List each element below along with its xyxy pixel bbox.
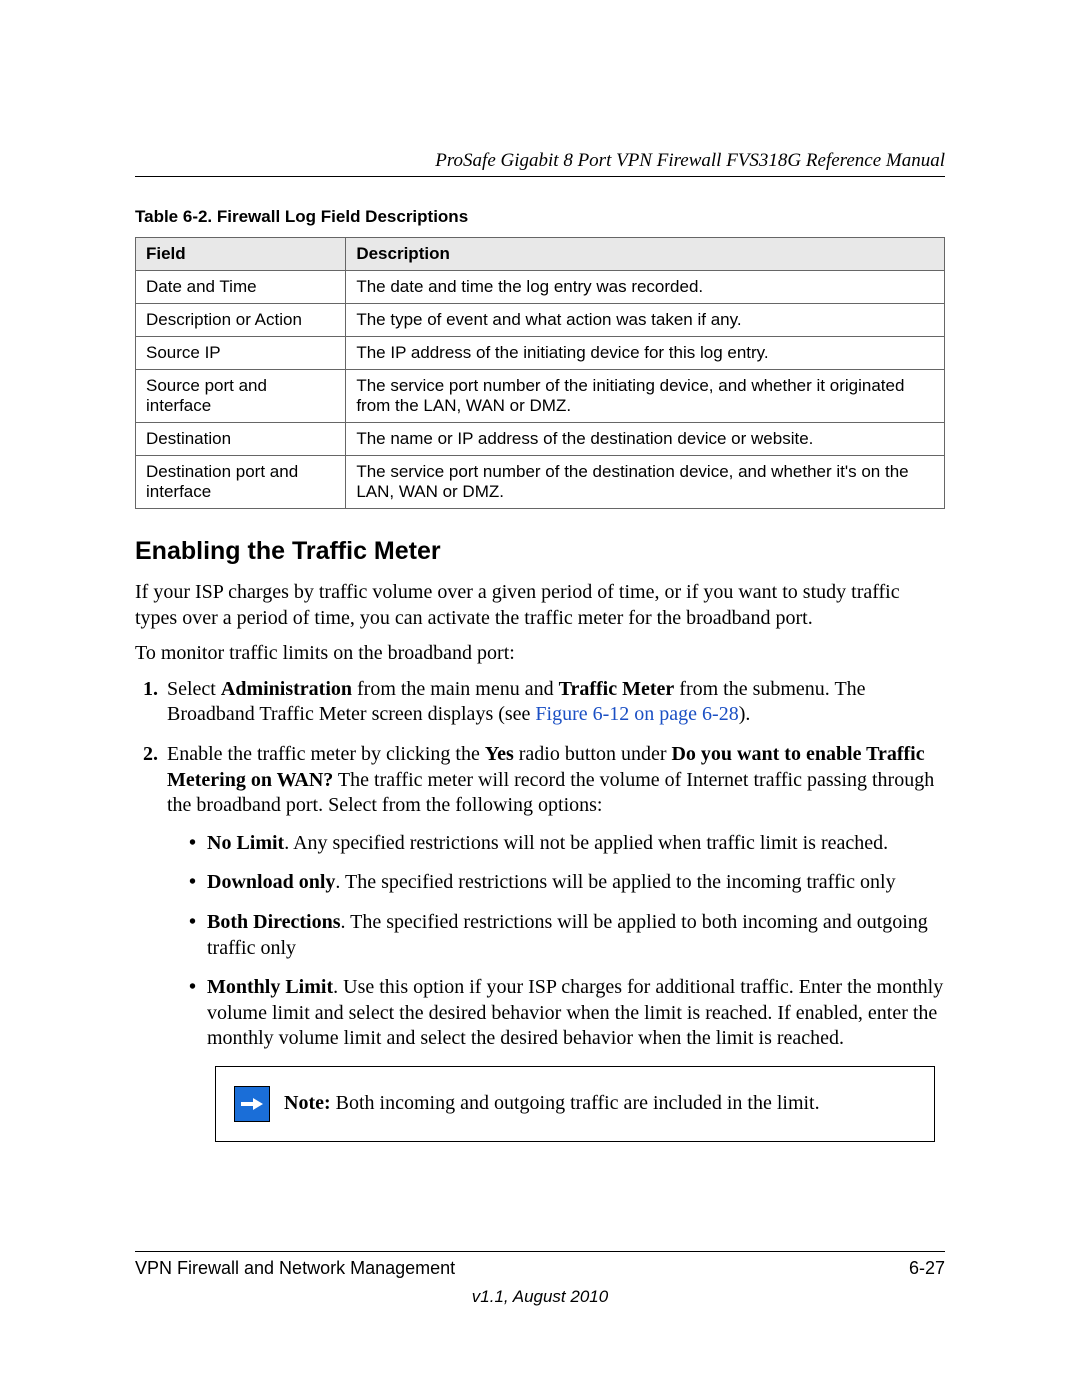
list-item: Download only. The specified restriction… [189, 870, 945, 896]
cell-desc: The date and time the log entry was reco… [346, 271, 945, 304]
table-header-row: Field Description [136, 238, 945, 271]
bold-text: Download only [207, 871, 335, 893]
table-row: Source IP The IP address of the initiati… [136, 337, 945, 370]
th-field: Field [136, 238, 346, 271]
footer-version: v1.1, August 2010 [135, 1287, 945, 1307]
table-row: Source port and interface The service po… [136, 370, 945, 423]
step-2: Enable the traffic meter by clicking the… [163, 742, 945, 1142]
note-label: Note: [284, 1092, 331, 1114]
footer-rule [135, 1251, 945, 1252]
th-description: Description [346, 238, 945, 271]
cell-desc: The service port number of the destinati… [346, 456, 945, 509]
text: Enable the traffic meter by clicking the [167, 743, 485, 765]
cell-field: Destination [136, 423, 346, 456]
text: Both incoming and outgoing traffic are i… [331, 1092, 820, 1114]
text: ). [739, 703, 751, 725]
bold-text: No Limit [207, 832, 284, 854]
cell-field: Description or Action [136, 304, 346, 337]
cell-desc: The name or IP address of the destinatio… [346, 423, 945, 456]
bold-text: Administration [221, 678, 352, 700]
note-box: Note: Both incoming and outgoing traffic… [215, 1066, 935, 1142]
section-heading: Enabling the Traffic Meter [135, 537, 945, 566]
cell-field: Source IP [136, 337, 346, 370]
firewall-log-table: Field Description Date and Time The date… [135, 237, 945, 509]
cell-field: Source port and interface [136, 370, 346, 423]
table-row: Destination port and interface The servi… [136, 456, 945, 509]
bold-text: Monthly Limit [207, 976, 333, 998]
bold-text: Traffic Meter [559, 678, 675, 700]
page-footer: VPN Firewall and Network Management 6-27… [135, 1251, 945, 1307]
table-row: Description or Action The type of event … [136, 304, 945, 337]
cell-desc: The service port number of the initiatin… [346, 370, 945, 423]
footer-page-number: 6-27 [909, 1258, 945, 1279]
table-row: Destination The name or IP address of th… [136, 423, 945, 456]
list-item: Both Directions. The specified restricti… [189, 910, 945, 961]
list-item: Monthly Limit. Use this option if your I… [189, 975, 945, 1052]
document-page: ProSafe Gigabit 8 Port VPN Firewall FVS3… [0, 0, 1080, 1397]
cross-reference-link[interactable]: Figure 6-12 on page 6-28 [535, 703, 738, 725]
text: . The specified restrictions will be app… [335, 871, 895, 893]
text: radio button under [514, 743, 672, 765]
table-caption: Table 6-2. Firewall Log Field Descriptio… [135, 207, 945, 227]
bold-text: Both Directions [207, 911, 341, 933]
lead-paragraph: To monitor traffic limits on the broadba… [135, 641, 945, 667]
cell-field: Date and Time [136, 271, 346, 304]
options-list: No Limit. Any specified restrictions wil… [167, 831, 945, 1052]
text: from the main menu and [352, 678, 559, 700]
step-1: Select Administration from the main menu… [163, 677, 945, 728]
cell-desc: The IP address of the initiating device … [346, 337, 945, 370]
steps-list: Select Administration from the main menu… [135, 677, 945, 1142]
list-item: No Limit. Any specified restrictions wil… [189, 831, 945, 857]
text: . Any specified restrictions will not be… [284, 832, 888, 854]
table-row: Date and Time The date and time the log … [136, 271, 945, 304]
running-head: ProSafe Gigabit 8 Port VPN Firewall FVS3… [135, 150, 945, 172]
cell-field: Destination port and interface [136, 456, 346, 509]
bold-text: Yes [485, 743, 514, 765]
footer-chapter: VPN Firewall and Network Management [135, 1258, 455, 1279]
note-text: Note: Both incoming and outgoing traffic… [284, 1091, 820, 1117]
intro-paragraph: If your ISP charges by traffic volume ov… [135, 580, 945, 631]
text: Select [167, 678, 221, 700]
arrow-right-icon [234, 1086, 270, 1122]
header-rule [135, 176, 945, 177]
cell-desc: The type of event and what action was ta… [346, 304, 945, 337]
